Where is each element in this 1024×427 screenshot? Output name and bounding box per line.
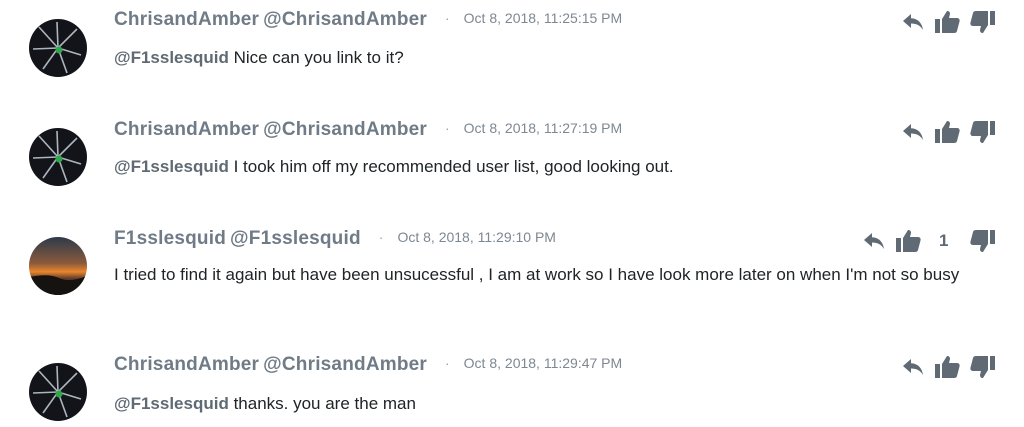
comment-body: I tried to find it again but have been u… <box>114 261 1009 288</box>
separator-dot: · <box>445 355 450 371</box>
comment-header: F1sslesquid @F1sslesquid · Oct 8, 2018, 11:… <box>114 228 556 252</box>
downvote-button[interactable] <box>970 229 996 253</box>
thumbs-down-icon <box>970 121 995 143</box>
upvote-button[interactable] <box>934 355 960 379</box>
reply-button[interactable] <box>863 232 885 250</box>
comment-text: Nice can you link to it? <box>228 48 404 67</box>
author-handle[interactable]: @F1sslesquid <box>230 228 361 249</box>
comment-timestamp[interactable]: Oct 8, 2018, 11:27:19 PM <box>464 120 623 136</box>
thumbs-up-icon <box>935 356 960 378</box>
comment-actions: 1 <box>863 228 996 254</box>
separator-dot: · <box>445 10 450 26</box>
upvote-button[interactable] <box>895 229 921 253</box>
comment-header: ChrisandAmber @ChrisandAmber · Oct 8, 2018,… <box>114 354 622 378</box>
comment-text: I tried to find it again but have been u… <box>114 265 960 284</box>
comment-header: ChrisandAmber @ChrisandAmber · Oct 8, 2018,… <box>114 9 622 33</box>
comment-body: @F1sslesquid I took him off my recommend… <box>114 153 1009 180</box>
comment-text: I took him off my recommended user list,… <box>228 157 674 176</box>
user-mention[interactable]: @F1sslesquid <box>114 157 229 176</box>
downvote-button[interactable] <box>970 355 996 379</box>
thumbs-up-icon <box>896 230 921 252</box>
user-avatar[interactable] <box>29 19 87 77</box>
author-handle[interactable]: @ChrisandAmber <box>263 119 427 140</box>
comment-body: @F1sslesquid thanks. you are the man <box>114 390 1009 417</box>
reply-icon <box>903 14 923 30</box>
author-name[interactable]: ChrisandAmber <box>114 119 259 140</box>
reply-icon <box>903 359 923 375</box>
thumbs-down-icon <box>970 230 996 252</box>
thumbs-down-icon <box>970 356 995 378</box>
comment-body: @F1sslesquid Nice can you link to it? <box>114 44 1009 71</box>
comment-actions <box>902 354 996 380</box>
user-mention[interactable]: @F1sslesquid <box>114 48 229 67</box>
downvote-button[interactable] <box>970 10 996 34</box>
user-avatar[interactable] <box>29 237 87 295</box>
upvote-button[interactable] <box>934 120 960 144</box>
author-name[interactable]: ChrisandAmber <box>114 354 259 375</box>
comment-actions <box>902 9 996 35</box>
user-avatar[interactable] <box>29 363 87 421</box>
thumbs-up-icon <box>935 11 960 33</box>
author-name[interactable]: F1sslesquid <box>114 228 226 249</box>
reply-button[interactable] <box>902 358 924 376</box>
author-handle[interactable]: @ChrisandAmber <box>263 9 427 30</box>
separator-dot: · <box>378 229 384 245</box>
user-avatar[interactable] <box>29 128 87 186</box>
downvote-button[interactable] <box>970 120 996 144</box>
comment-actions <box>902 119 996 145</box>
author-name[interactable]: ChrisandAmber <box>114 9 259 30</box>
comment-timestamp[interactable]: Oct 8, 2018, 11:25:15 PM <box>464 10 623 26</box>
reply-button[interactable] <box>902 123 924 141</box>
comment-header: ChrisandAmber @ChrisandAmber · Oct 8, 2018,… <box>114 119 622 143</box>
reply-button[interactable] <box>902 13 924 31</box>
user-mention[interactable]: @F1sslesquid <box>114 394 229 413</box>
reply-icon <box>864 233 884 249</box>
upvote-button[interactable] <box>934 10 960 34</box>
reply-icon <box>903 124 923 140</box>
separator-dot: · <box>445 120 450 136</box>
comment-timestamp[interactable]: Oct 8, 2018, 11:29:47 PM <box>464 355 623 371</box>
comment-text: thanks. you are the man <box>228 394 416 413</box>
thumbs-down-icon <box>970 11 995 33</box>
upvote-count: 1 <box>939 231 949 250</box>
author-handle[interactable]: @ChrisandAmber <box>263 354 427 375</box>
thumbs-up-icon <box>935 121 960 143</box>
comment-timestamp[interactable]: Oct 8, 2018, 11:29:10 PM <box>397 229 556 245</box>
